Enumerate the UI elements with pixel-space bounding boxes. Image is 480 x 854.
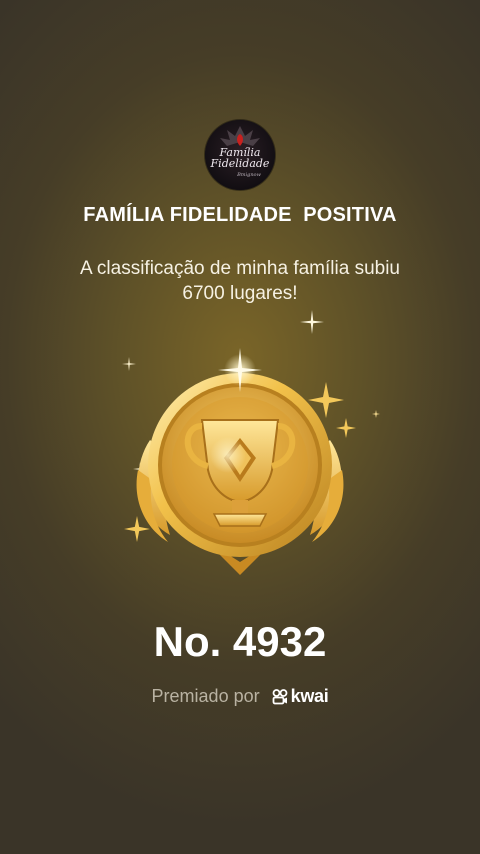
kwai-logo-icon [272, 688, 288, 704]
sparkle-icon [372, 410, 380, 418]
awarded-by: Premiado por kwai [0, 686, 480, 707]
awarded-by-label: Premiado por [151, 686, 260, 706]
kwai-brand-name: kwai [290, 686, 329, 706]
page-title: FAMÍLIA FIDELIDADE POSITIVA [83, 204, 397, 226]
kwai-brand: kwai [272, 686, 329, 707]
trophy-medal-icon [136, 348, 344, 575]
family-fidelity-logo: Família Fidelidade Bmignow [205, 120, 275, 190]
logo-line2: Fidelidade [210, 157, 270, 170]
logo-line3: Bmignow [236, 172, 261, 178]
rank-up-message: A classificação de minha família subiu 6… [80, 258, 400, 304]
rank-number: No. 4932 [153, 618, 327, 665]
